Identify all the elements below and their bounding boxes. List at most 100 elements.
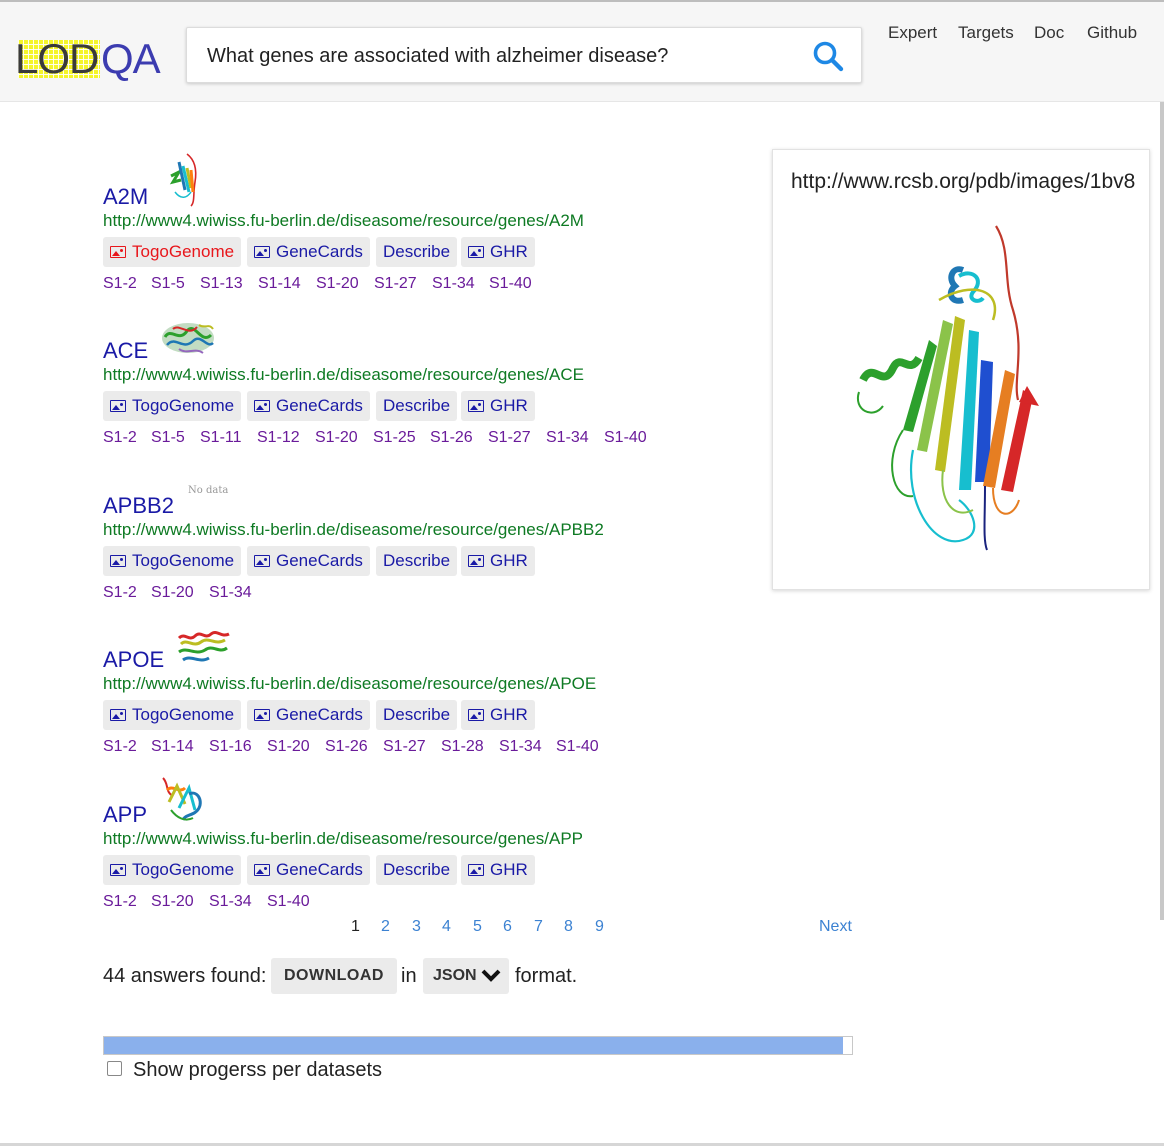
dataset-link[interactable]: S1-20: [316, 275, 359, 293]
dataset-link[interactable]: S1-14: [151, 738, 194, 756]
dataset-link[interactable]: S1-2: [103, 893, 137, 911]
dataset-link[interactable]: S1-14: [258, 275, 301, 293]
dataset-link[interactable]: S1-40: [267, 893, 310, 911]
togogenome-button[interactable]: TogoGenome: [103, 391, 242, 421]
dataset-link[interactable]: S1-20: [315, 429, 358, 447]
answer-url[interactable]: http://www4.wiwiss.fu-berlin.de/diseasom…: [103, 211, 584, 231]
dataset-link[interactable]: S1-28: [441, 738, 484, 756]
image-icon: [110, 555, 126, 567]
dataset-link[interactable]: S1-20: [267, 738, 310, 756]
ghr-button[interactable]: GHR: [461, 700, 535, 730]
progress-bar: [103, 1036, 853, 1055]
in-label: in: [401, 965, 417, 987]
describe-button[interactable]: Describe: [376, 237, 458, 267]
page-link[interactable]: 4: [442, 918, 451, 936]
dataset-link[interactable]: S1-5: [151, 275, 185, 293]
genecards-button[interactable]: GeneCards: [247, 700, 370, 730]
page-link[interactable]: 9: [595, 918, 604, 936]
image-icon: [468, 400, 484, 412]
dataset-link[interactable]: S1-34: [499, 738, 542, 756]
page-link[interactable]: 8: [564, 918, 573, 936]
dataset-link[interactable]: S1-34: [546, 429, 589, 447]
protein-thumbnail[interactable]: [175, 630, 233, 666]
image-icon: [110, 246, 126, 258]
dataset-link[interactable]: S1-11: [200, 429, 242, 447]
nav-doc[interactable]: Doc: [1034, 23, 1064, 43]
genecards-button[interactable]: GeneCards: [247, 237, 370, 267]
dataset-link[interactable]: S1-25: [373, 429, 416, 447]
dataset-link[interactable]: S1-5: [151, 429, 185, 447]
dataset-link[interactable]: S1-40: [604, 429, 647, 447]
nav-targets[interactable]: Targets: [958, 23, 1014, 43]
search-icon[interactable]: [811, 39, 845, 73]
download-button[interactable]: DOWNLOAD: [271, 958, 397, 994]
genecards-button[interactable]: GeneCards: [247, 546, 370, 576]
scrollbar[interactable]: [1160, 102, 1164, 920]
answer-name[interactable]: APOE: [103, 647, 164, 673]
image-icon: [468, 864, 484, 876]
answer-name[interactable]: APBB2: [103, 493, 174, 519]
dataset-link[interactable]: S1-26: [430, 429, 473, 447]
page-link[interactable]: 5: [473, 918, 482, 936]
dataset-link[interactable]: S1-27: [374, 275, 417, 293]
togogenome-button[interactable]: TogoGenome: [103, 237, 242, 267]
dataset-link[interactable]: S1-40: [489, 275, 532, 293]
answer-url[interactable]: http://www4.wiwiss.fu-berlin.de/diseasom…: [103, 674, 596, 694]
genecards-button[interactable]: GeneCards: [247, 855, 370, 885]
dataset-link[interactable]: S1-2: [103, 429, 137, 447]
describe-button[interactable]: Describe: [376, 855, 458, 885]
describe-button[interactable]: Describe: [376, 700, 458, 730]
dataset-link[interactable]: S1-13: [200, 275, 243, 293]
page-link[interactable]: 6: [503, 918, 512, 936]
genecards-button[interactable]: GeneCards: [247, 391, 370, 421]
ghr-button[interactable]: GHR: [461, 391, 535, 421]
answer-name[interactable]: A2M: [103, 184, 148, 210]
page-link[interactable]: 3: [412, 918, 421, 936]
answer-name[interactable]: APP: [103, 802, 147, 828]
dataset-link[interactable]: S1-2: [103, 275, 137, 293]
next-page-link[interactable]: Next: [819, 918, 852, 936]
dataset-link[interactable]: S1-2: [103, 584, 137, 602]
protein-thumbnail[interactable]: [155, 774, 207, 826]
page-link[interactable]: 2: [381, 918, 390, 936]
header: LOD QA Expert Targets Doc Github: [0, 2, 1164, 102]
image-icon: [468, 709, 484, 721]
answer-name[interactable]: ACE: [103, 338, 148, 364]
dataset-link[interactable]: S1-26: [325, 738, 368, 756]
protein-thumbnail[interactable]: [165, 152, 205, 208]
answer-url[interactable]: http://www4.wiwiss.fu-berlin.de/diseasom…: [103, 365, 584, 385]
nav-github[interactable]: Github: [1087, 23, 1137, 43]
ghr-button[interactable]: GHR: [461, 237, 535, 267]
preview-url: http://www.rcsb.org/pdb/images/1bv8: [791, 170, 1136, 193]
describe-button[interactable]: Describe: [376, 546, 458, 576]
show-progress-checkbox[interactable]: [107, 1061, 122, 1076]
lodqa-logo[interactable]: LOD QA: [15, 35, 165, 82]
nav-expert[interactable]: Expert: [888, 23, 937, 43]
dataset-link[interactable]: S1-34: [432, 275, 475, 293]
togogenome-button[interactable]: TogoGenome: [103, 700, 242, 730]
logo-text-lod: LOD: [15, 35, 99, 82]
page-link[interactable]: 7: [534, 918, 543, 936]
answer-url[interactable]: http://www4.wiwiss.fu-berlin.de/diseasom…: [103, 520, 604, 540]
togogenome-button[interactable]: TogoGenome: [103, 855, 242, 885]
dataset-link[interactable]: S1-2: [103, 738, 137, 756]
answer-url[interactable]: http://www4.wiwiss.fu-berlin.de/diseasom…: [103, 829, 583, 849]
dataset-link[interactable]: S1-27: [383, 738, 426, 756]
image-icon: [110, 400, 126, 412]
ghr-button[interactable]: GHR: [461, 546, 535, 576]
dataset-link[interactable]: S1-20: [151, 584, 194, 602]
dataset-link[interactable]: S1-16: [209, 738, 252, 756]
describe-button[interactable]: Describe: [376, 391, 458, 421]
logo-text-qa: QA: [101, 35, 161, 82]
dataset-link[interactable]: S1-27: [488, 429, 531, 447]
togogenome-button[interactable]: TogoGenome: [103, 546, 242, 576]
dataset-link[interactable]: S1-40: [556, 738, 599, 756]
dataset-link[interactable]: S1-34: [209, 893, 252, 911]
ghr-button[interactable]: GHR: [461, 855, 535, 885]
dataset-link[interactable]: S1-34: [209, 584, 252, 602]
format-select[interactable]: JSON: [423, 958, 509, 994]
protein-thumbnail[interactable]: [159, 317, 217, 359]
dataset-link[interactable]: S1-12: [257, 429, 300, 447]
dataset-link[interactable]: S1-20: [151, 893, 194, 911]
search-input[interactable]: [205, 40, 789, 72]
